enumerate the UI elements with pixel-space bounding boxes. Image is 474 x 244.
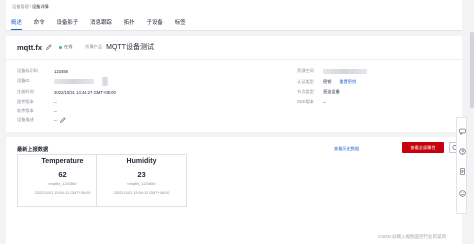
info-divider: [6, 59, 462, 60]
device-name: mqtt.fx: [17, 42, 42, 52]
property-source: <mqttfx_123456>: [47, 182, 78, 186]
register-time-value: 2022/10/31 14:44:27 GMT+08:00: [54, 89, 116, 95]
info-row-device-code: 设备标识码 123456: [17, 67, 68, 75]
edit-icon[interactable]: [46, 44, 52, 50]
product-name[interactable]: MQTT设备测试: [106, 42, 154, 52]
document-icon[interactable]: [459, 168, 466, 176]
device-id-label: 设备ID: [17, 78, 30, 83]
info-row-node-type: 节点类型 直连设备: [297, 88, 340, 96]
property-name: Humidity: [126, 158, 157, 165]
view-history-link[interactable]: 查看历史数据: [334, 146, 359, 152]
property-card-temperature[interactable]: Temperature 62 <mqttfx_123456> 2022/11/0…: [17, 154, 108, 207]
view-all-properties-button[interactable]: 查看全部属性: [402, 142, 444, 153]
info-row-description: 设备描述 --: [17, 116, 66, 124]
property-card-humidity[interactable]: Humidity 23 <mqttfx_123456> 2022/11/01 1…: [96, 154, 187, 207]
software-value: --: [54, 108, 57, 114]
tab-tags[interactable]: 标签: [175, 18, 186, 30]
property-timestamp: 2022/11/01 15:54:12 GMT+08:00: [34, 191, 91, 195]
auth-type-label: 认证类型: [297, 79, 314, 84]
help-icon[interactable]: [459, 148, 466, 156]
info-row-device-id: 设备ID: [17, 76, 108, 86]
resource-space-label: 资源空间: [297, 68, 314, 73]
device-code-value: 123456: [54, 68, 68, 74]
firmware-label: 固件版本: [17, 99, 34, 104]
watermark: CSDN @刚入视频监控行业的菜鸡: [378, 234, 447, 239]
description-value: --: [54, 117, 57, 123]
property-source: <mqttfx_123456>: [126, 182, 157, 186]
node-type-label: 节点类型: [297, 89, 314, 94]
property-name: Temperature: [41, 158, 84, 165]
latest-data-card: 最新上报数据 查看历史数据 查看全部属性 Temperature 62 <mqt…: [6, 137, 462, 244]
info-row-firmware: 固件版本 --: [17, 98, 57, 106]
tab-commands[interactable]: 命令: [34, 18, 45, 30]
register-time-label: 注册时间: [17, 89, 34, 94]
info-row-resource-space: 资源空间: [297, 67, 367, 75]
breadcrumb-parent[interactable]: 设备管理: [12, 4, 29, 10]
property-value: 23: [137, 170, 146, 179]
description-label: 设备描述: [17, 117, 34, 122]
product-label: 所属产品: [85, 44, 103, 49]
breadcrumb-separator: /: [29, 4, 31, 9]
tab-overview[interactable]: 概述: [11, 18, 22, 30]
breadcrumb-current: 设备详情: [31, 4, 49, 9]
info-row-register-time: 注册时间 2022/10/31 14:44:27 GMT+08:00: [17, 88, 116, 96]
reset-secret-link[interactable]: 重置密钥: [339, 79, 356, 85]
device-info-card: mqtt.fx 在线 所属产品 MQTT设备测试 设备标识码 123456 设备…: [6, 36, 462, 132]
resource-space-redacted: [323, 68, 367, 74]
edit-icon[interactable]: [59, 117, 66, 123]
sdk-version-value: --: [323, 99, 326, 105]
device-title-row: mqtt.fx 在线 所属产品 MQTT设备测试: [17, 42, 154, 52]
feedback-icon[interactable]: [459, 190, 466, 198]
firmware-value: --: [54, 99, 57, 105]
device-detail-page: 设备管理 / 设备详情 概述 命令 设备影子 消息跟踪 拓扑 子设备 标签 mq…: [6, 0, 462, 244]
node-type-value: 直连设备: [323, 89, 340, 94]
page-header: 设备管理 / 设备详情 概述 命令 设备影子 消息跟踪 拓扑 子设备 标签: [6, 0, 462, 31]
info-row-sdk-version: SDK版本 --: [297, 98, 326, 106]
device-id-redacted: [54, 78, 94, 84]
device-code-label: 设备标识码: [17, 68, 38, 73]
tab-topology[interactable]: 拓扑: [124, 18, 135, 30]
scrollbar-thumb[interactable]: [470, 32, 474, 108]
floating-toolbar: [456, 117, 467, 214]
auth-type-value: 密钥: [323, 79, 332, 84]
online-status-dot: [59, 45, 62, 49]
device-id-redacted-mark: [102, 76, 108, 86]
sdk-version-label: SDK版本: [297, 99, 314, 104]
chat-icon[interactable]: [459, 128, 466, 136]
device-status: 在线: [64, 44, 73, 49]
info-row-auth-type: 认证类型 密钥 重置密钥: [297, 78, 356, 86]
tab-sub-devices[interactable]: 子设备: [147, 18, 163, 30]
tab-device-shadow[interactable]: 设备影子: [57, 18, 79, 30]
property-value: 62: [58, 170, 67, 179]
latest-data-title: 最新上报数据: [17, 147, 49, 153]
info-row-software: 软件版本 --: [17, 107, 57, 115]
breadcrumb: 设备管理 / 设备详情: [12, 4, 49, 10]
tab-message-trace[interactable]: 消息跟踪: [90, 18, 112, 30]
tab-bar: 概述 命令 设备影子 消息跟踪 拓扑 子设备 标签: [11, 18, 198, 30]
software-label: 软件版本: [17, 108, 34, 113]
property-timestamp: 2022/11/01 15:54:12 GMT+08:00: [113, 191, 170, 195]
